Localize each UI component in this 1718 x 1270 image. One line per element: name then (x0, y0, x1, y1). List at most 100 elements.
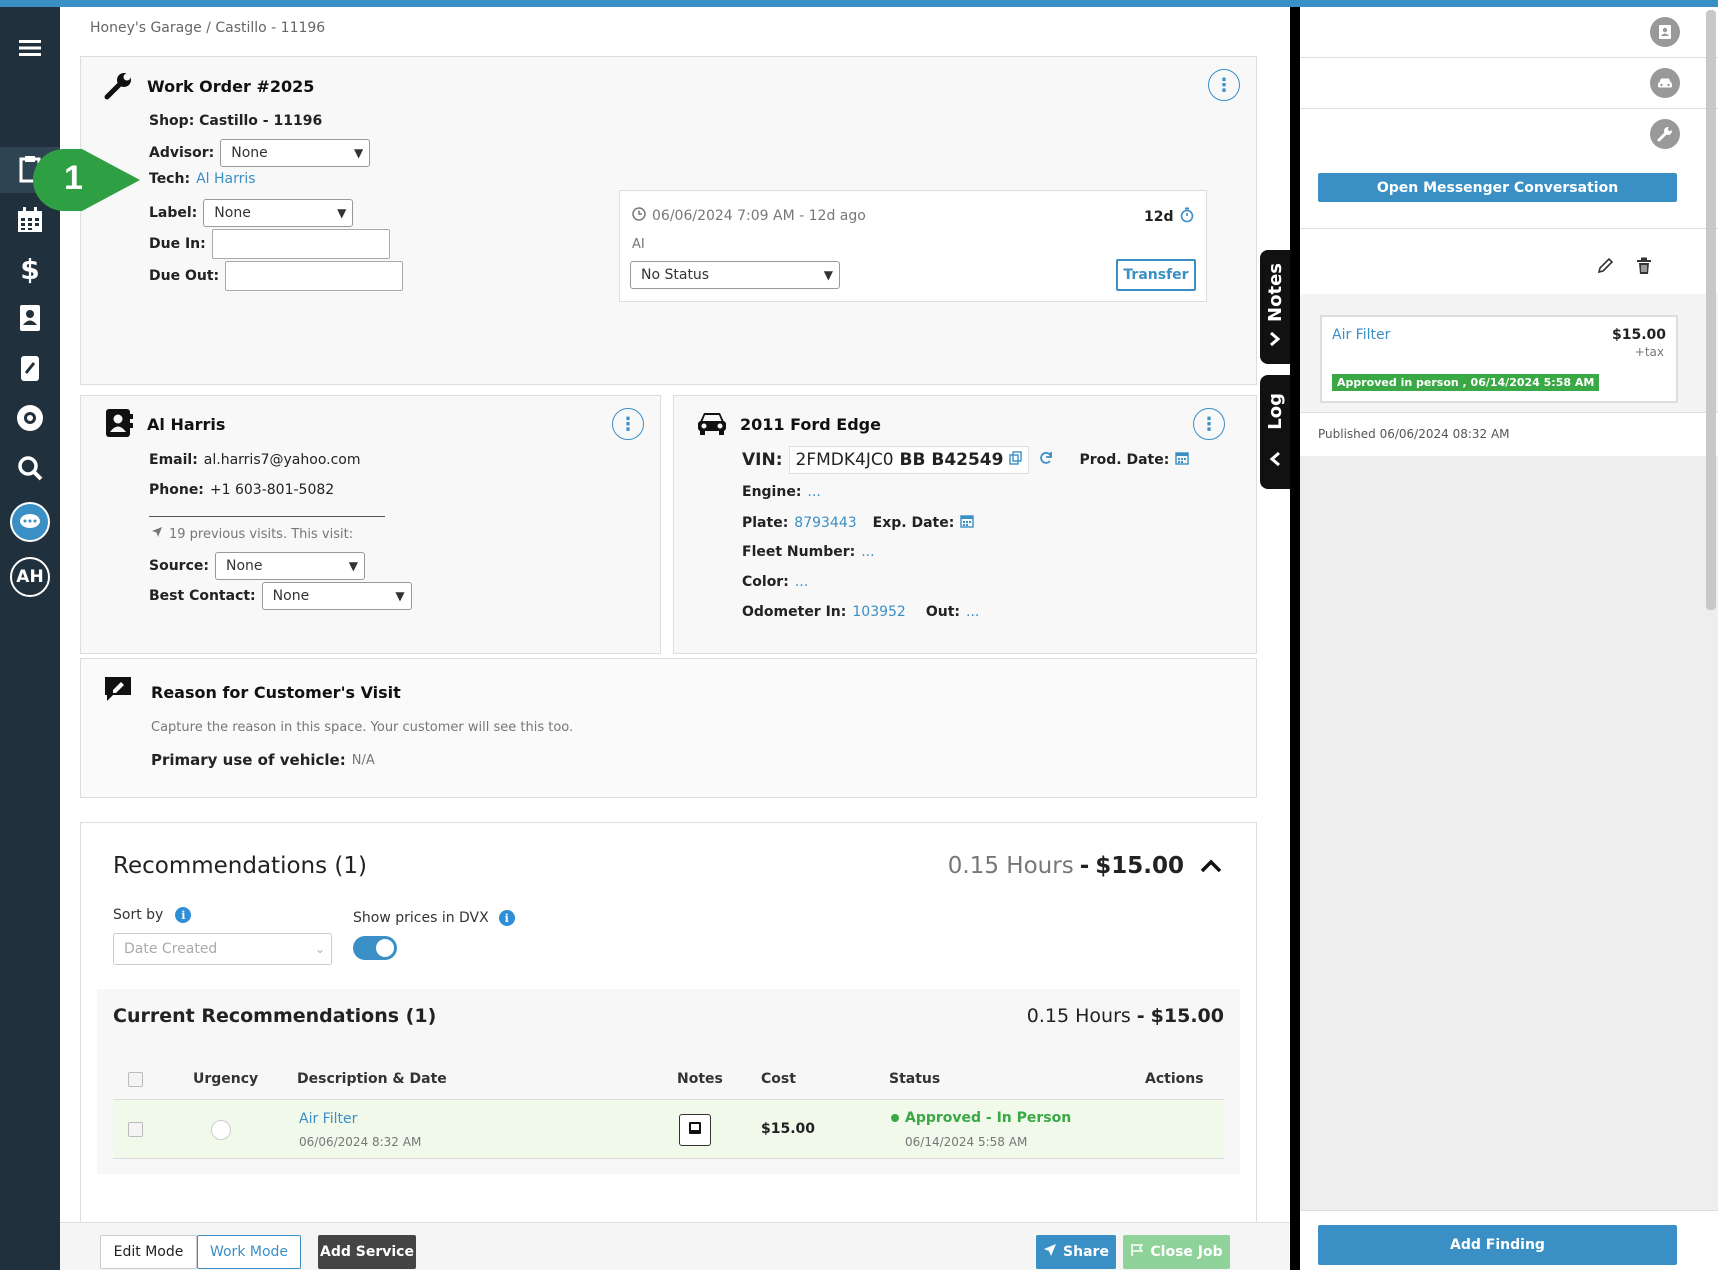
row-checkbox[interactable] (128, 1122, 143, 1137)
pencil-icon[interactable] (1596, 257, 1614, 279)
work-order-more-icon[interactable]: ⋮ (1208, 69, 1240, 101)
parts-icon[interactable] (0, 345, 60, 391)
calendar-icon[interactable] (1175, 451, 1190, 469)
finding-wrap: Air Filter $15.00 +tax Approved in perso… (1300, 294, 1718, 456)
notes-tab-label: Notes (1264, 262, 1286, 322)
finding-tax: +tax (1634, 345, 1664, 359)
col-status: Status (889, 1071, 941, 1087)
show-prices-toggle[interactable] (353, 936, 397, 960)
clock-icon (632, 207, 646, 225)
due-in-input[interactable] (211, 229, 390, 259)
info-icon[interactable]: i (498, 910, 515, 926)
finding-name[interactable]: Air Filter (1332, 327, 1390, 343)
stopwatch-icon[interactable] (1180, 207, 1194, 227)
row-description[interactable]: Air Filter (299, 1111, 357, 1127)
engine-value[interactable]: ... (807, 484, 820, 500)
reason-card: Reason for Customer's Visit Capture the … (80, 658, 1257, 798)
plate-value[interactable]: 8793443 (794, 515, 856, 531)
finding-approved-badge: Approved in person , 06/14/2024 5:58 AM (1332, 374, 1600, 391)
car-icon[interactable] (1650, 68, 1680, 98)
add-service-button[interactable]: Add Service (318, 1235, 416, 1269)
current-title: Current Recommendations (1) (113, 1005, 437, 1027)
fleet-label: Fleet Number: (742, 544, 856, 560)
age-value: 12d (1144, 209, 1174, 225)
col-actions: Actions (1145, 1071, 1204, 1087)
close-job-button[interactable]: Close Job (1123, 1235, 1230, 1269)
vin-suffix: BB B42549 (899, 450, 1004, 470)
select-all-checkbox[interactable] (128, 1072, 143, 1087)
row-status: Approved - In Person (905, 1110, 1072, 1126)
chevron-left-icon (1269, 451, 1281, 471)
paper-plane-icon (1043, 1243, 1057, 1261)
trash-icon[interactable] (1636, 257, 1652, 279)
finding-price: $15.00 (1611, 327, 1666, 343)
odometer-out-value[interactable]: ... (966, 604, 979, 620)
work-mode-button[interactable]: Work Mode (197, 1235, 301, 1269)
messenger-icon[interactable] (0, 499, 60, 545)
log-tab[interactable]: Log (1260, 375, 1290, 489)
info-icon[interactable]: i (175, 907, 192, 923)
copy-icon[interactable] (1009, 450, 1023, 470)
reason-input[interactable]: Capture the reason in this space. Your c… (151, 720, 573, 735)
due-out-input[interactable] (225, 261, 404, 291)
due-out-label: Due Out: (149, 268, 220, 284)
customer-name: Al Harris (147, 415, 226, 434)
work-order-card: Work Order #2025 Shop: Castillo - 11196 … (80, 56, 1257, 385)
customer-more-icon[interactable]: ⋮ (612, 408, 644, 440)
color-value[interactable]: ... (795, 574, 808, 590)
work-order-title: Work Order #2025 (147, 77, 315, 96)
collapse-chevron-icon[interactable] (1200, 859, 1222, 877)
table-row[interactable]: Air Filter 06/06/2024 8:32 AM $15.00 App… (113, 1099, 1224, 1159)
shop-name: Shop: Castillo - 11196 (149, 113, 323, 129)
right-row-1 (1300, 7, 1718, 58)
status-dot (891, 1114, 899, 1122)
finding-card[interactable]: Air Filter $15.00 +tax Approved in perso… (1320, 315, 1678, 403)
notes-tab[interactable]: Notes (1260, 250, 1290, 364)
annotation-number: 1 (64, 159, 83, 197)
vehicle-more-icon[interactable]: ⋮ (1193, 408, 1225, 440)
chevron-down-icon: ⌄ (314, 942, 325, 956)
odometer-in-value[interactable]: 103952 (852, 604, 905, 620)
share-button[interactable]: Share (1036, 1235, 1116, 1269)
wrench-icon[interactable] (1650, 119, 1680, 149)
vin-field[interactable]: 2FMDK4JC0 BB B42549 (788, 446, 1030, 474)
engine-label: Engine: (742, 484, 802, 500)
email-value: al.harris7@yahoo.com (203, 452, 361, 468)
chevron-right-icon (1269, 331, 1281, 351)
transfer-button[interactable]: Transfer (1116, 259, 1196, 291)
odometer-out-label: Out: (925, 604, 960, 620)
fleet-value[interactable]: ... (861, 544, 874, 560)
advisor-select[interactable]: None ▼ (220, 139, 371, 167)
chevron-down-icon: ▼ (823, 268, 833, 282)
col-description: Description & Date (297, 1071, 447, 1087)
due-in-label: Due In: (149, 236, 206, 252)
contacts-icon[interactable] (0, 295, 60, 341)
best-contact-select[interactable]: None ▼ (261, 582, 412, 610)
label-select[interactable]: None ▼ (203, 199, 354, 227)
tech-link[interactable]: Al Harris (196, 171, 255, 187)
open-messenger-button[interactable]: Open Messenger Conversation (1318, 173, 1677, 202)
note-icon (688, 1121, 702, 1139)
sort-select[interactable]: Date Created ⌄ (113, 933, 332, 965)
user-avatar[interactable]: AH (0, 554, 60, 600)
add-finding-bar: Add Finding (1300, 1210, 1718, 1270)
calendar-icon[interactable] (960, 514, 975, 532)
add-finding-button[interactable]: Add Finding (1318, 1225, 1677, 1265)
chevron-down-icon: ▼ (337, 206, 347, 220)
visits-text: 19 previous visits. This visit: (169, 526, 354, 542)
current-recommendations: Current Recommendations (1) 0.15 Hours -… (97, 989, 1240, 1174)
urgency-indicator[interactable] (211, 1120, 231, 1140)
contact-card-icon[interactable] (1650, 17, 1680, 47)
notes-button[interactable] (679, 1114, 711, 1146)
hamburger-menu-icon[interactable] (0, 25, 60, 71)
refresh-icon[interactable] (1039, 451, 1053, 469)
source-select[interactable]: None ▼ (214, 552, 365, 580)
status-select[interactable]: No Status ▼ (630, 261, 840, 289)
exp-date-label: Exp. Date: (872, 515, 955, 531)
edit-mode-button[interactable]: Edit Mode (100, 1235, 197, 1269)
dollar-icon[interactable]: $ (0, 246, 60, 292)
tire-icon[interactable] (0, 395, 60, 441)
chevron-down-icon: ▼ (348, 559, 358, 573)
scrollbar[interactable] (1706, 10, 1716, 610)
search-icon[interactable] (0, 445, 60, 491)
